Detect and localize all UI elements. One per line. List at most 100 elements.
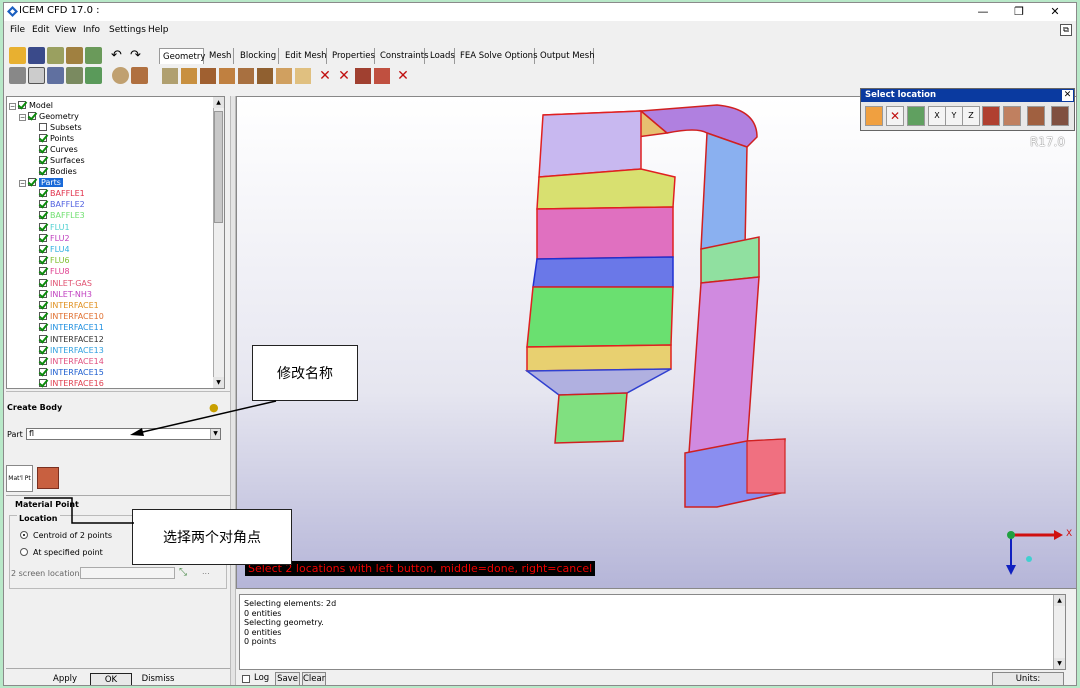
- tree-node-part[interactable]: INTERFACE11: [39, 322, 104, 333]
- z-coord-icon[interactable]: Z: [962, 106, 980, 126]
- undo-icon[interactable]: ↶: [108, 47, 125, 64]
- tree-node-part[interactable]: FLU1: [39, 222, 70, 233]
- checkbox-icon[interactable]: [39, 134, 47, 142]
- scroll-thumb[interactable]: [214, 111, 223, 223]
- close-icon[interactable]: ✕: [1062, 90, 1073, 101]
- log-checkbox[interactable]: [242, 675, 250, 683]
- tab-fea-solve-options[interactable]: FEA Solve Options: [457, 48, 538, 64]
- checkbox-icon[interactable]: [28, 178, 36, 186]
- checkbox-icon[interactable]: [39, 189, 47, 197]
- checkbox-icon[interactable]: [39, 267, 47, 276]
- checkbox-icon[interactable]: [39, 301, 47, 309]
- create-surface-icon[interactable]: [200, 68, 216, 84]
- tree-node-subsets[interactable]: Subsets: [39, 122, 82, 133]
- restore-dormant-icon[interactable]: [276, 68, 292, 84]
- tree-node-surfaces[interactable]: Surfaces: [39, 155, 85, 166]
- save-log-button[interactable]: Save: [275, 672, 300, 685]
- tree-node-part[interactable]: BAFFLE3: [39, 210, 85, 221]
- chevron-down-icon[interactable]: ▼: [210, 429, 220, 439]
- delete-body-icon[interactable]: [374, 68, 390, 84]
- select-surface-icon[interactable]: [1003, 106, 1021, 126]
- tree-node-part[interactable]: INTERFACE15: [39, 367, 104, 378]
- checkbox-icon[interactable]: [39, 167, 47, 175]
- delete-any-entity-icon[interactable]: ✕: [395, 68, 411, 84]
- clear-log-button[interactable]: Clear: [302, 672, 326, 685]
- checkbox-icon[interactable]: [39, 256, 47, 265]
- measure-distance-icon[interactable]: [47, 67, 64, 84]
- import-mesh-icon[interactable]: [66, 47, 83, 64]
- checkbox-icon[interactable]: [39, 357, 47, 365]
- zoom-box-icon[interactable]: [28, 67, 45, 84]
- material-point-mode-button[interactable]: Mat'l Pt: [6, 465, 33, 492]
- scroll-down-icon[interactable]: ▼: [1054, 658, 1065, 669]
- menu-edit[interactable]: Edit: [32, 25, 49, 35]
- delete-point-icon[interactable]: ✕: [317, 68, 333, 84]
- tree-node-parts[interactable]: − Parts: [19, 177, 63, 188]
- checkbox-icon[interactable]: [39, 211, 47, 220]
- tree-scrollbar[interactable]: ▲ ▼: [213, 97, 224, 388]
- menu-view[interactable]: View: [55, 25, 76, 35]
- checkbox-icon[interactable]: [39, 123, 47, 131]
- wireframe-icon[interactable]: [131, 67, 148, 84]
- menu-settings[interactable]: Settings: [109, 25, 146, 35]
- console-scrollbar[interactable]: ▲ ▼: [1053, 595, 1065, 669]
- dismiss-button[interactable]: Dismiss: [135, 673, 181, 685]
- entities-bounding-box-icon[interactable]: [37, 467, 59, 489]
- select-location-icon[interactable]: ⤡: [179, 567, 191, 579]
- collapse-icon[interactable]: −: [19, 180, 26, 187]
- collapse-icon[interactable]: −: [19, 114, 26, 121]
- create-point-icon[interactable]: [162, 68, 178, 84]
- menu-info[interactable]: Info: [83, 25, 100, 35]
- select-all-icon[interactable]: [1051, 106, 1069, 126]
- checkbox-icon[interactable]: [39, 379, 47, 388]
- checkbox-icon[interactable]: [39, 334, 47, 343]
- menu-help[interactable]: Help: [148, 25, 169, 35]
- select-body-icon[interactable]: [982, 106, 1000, 126]
- tree-node-part[interactable]: FLU8: [39, 266, 70, 277]
- create-curve-icon[interactable]: [181, 68, 197, 84]
- tab-loads[interactable]: Loads: [427, 48, 455, 64]
- y-coord-icon[interactable]: Y: [945, 106, 963, 126]
- tree-node-part[interactable]: BAFFLE1: [39, 188, 85, 199]
- screen-locations-input[interactable]: [80, 567, 175, 579]
- more-options-icon[interactable]: ...: [202, 567, 210, 576]
- minimize-button[interactable]: —: [966, 4, 1000, 20]
- tab-edit-mesh[interactable]: Edit Mesh: [282, 48, 327, 64]
- checkbox-icon[interactable]: [39, 345, 47, 354]
- transform-geometry-icon[interactable]: [257, 68, 273, 84]
- menu-file[interactable]: File: [10, 25, 25, 35]
- graphics-viewport[interactable]: R17.0 X: [236, 96, 1076, 589]
- create-body-icon[interactable]: [219, 68, 235, 84]
- collapse-icon[interactable]: −: [9, 103, 16, 110]
- tree-node-part[interactable]: INTERFACE16: [39, 378, 104, 388]
- select-screen-location-icon[interactable]: [865, 106, 883, 126]
- scroll-down-icon[interactable]: ▼: [213, 377, 224, 388]
- cancel-selection-icon[interactable]: ✕: [886, 106, 904, 126]
- tree-node-model[interactable]: − Model: [9, 100, 53, 111]
- tree-node-part[interactable]: INTERFACE1: [39, 300, 99, 311]
- checkbox-icon[interactable]: [39, 245, 47, 253]
- checkbox-icon[interactable]: [28, 112, 36, 120]
- restore-panel-icon[interactable]: ⧉: [1060, 24, 1072, 36]
- checkbox-icon[interactable]: [39, 323, 47, 332]
- checkbox-icon[interactable]: [39, 312, 47, 321]
- part-name-input[interactable]: fl ▼: [26, 428, 221, 440]
- checkbox-icon[interactable]: [18, 101, 26, 109]
- tree-node-part[interactable]: INTERFACE12: [39, 334, 104, 345]
- select-point-icon[interactable]: [907, 106, 925, 126]
- checkbox-icon[interactable]: [39, 145, 47, 153]
- save-icon[interactable]: [28, 47, 45, 64]
- tree-node-part[interactable]: INTERFACE10: [39, 311, 104, 322]
- scroll-up-icon[interactable]: ▲: [1054, 595, 1065, 606]
- tab-constraints[interactable]: Constraints: [377, 48, 429, 64]
- delete-surface-icon[interactable]: [355, 68, 371, 84]
- tree-node-curves[interactable]: Curves: [39, 144, 78, 155]
- solid-display-icon[interactable]: [112, 67, 129, 84]
- tab-mesh[interactable]: Mesh: [206, 48, 234, 64]
- measure-angle-icon[interactable]: [66, 67, 83, 84]
- tree-node-bodies[interactable]: Bodies: [39, 166, 77, 177]
- x-coord-icon[interactable]: X: [928, 106, 946, 126]
- close-button[interactable]: ✕: [1038, 4, 1072, 20]
- select-curve-icon[interactable]: [1027, 106, 1045, 126]
- tree-node-part[interactable]: INLET-GAS: [39, 278, 92, 289]
